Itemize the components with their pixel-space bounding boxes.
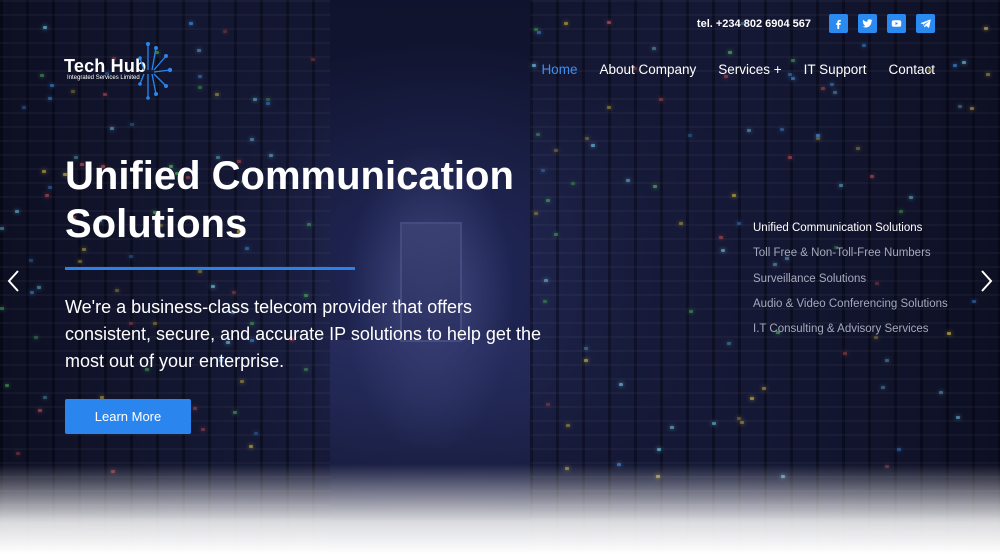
headline-line-2: Solutions	[65, 202, 248, 246]
phone-number[interactable]: tel. +234 802 6904 567	[697, 18, 811, 30]
nav-services[interactable]: Services +	[718, 62, 781, 77]
hero-bottom-fade	[0, 464, 1000, 554]
facebook-icon	[836, 19, 841, 29]
nav-contact[interactable]: Contact	[888, 62, 935, 77]
headline-line-1: Unified Communication	[65, 154, 514, 198]
hero-headline: Unified Communication Solutions	[65, 152, 625, 248]
slide-list: Unified Communication Solutions Toll Fre…	[753, 216, 948, 342]
circuit-hub-icon	[138, 42, 173, 100]
chevron-left-icon	[7, 270, 19, 292]
twitter-icon	[862, 19, 873, 28]
logo-subtitle: Integrated Services Limited	[67, 75, 140, 81]
nav-home[interactable]: Home	[541, 62, 577, 77]
slide-item-unified-communication[interactable]: Unified Communication Solutions	[753, 216, 948, 241]
nav-about-company[interactable]: About Company	[599, 62, 696, 77]
next-slide-button[interactable]	[976, 268, 996, 294]
headline-divider	[65, 267, 355, 270]
nav-it-support[interactable]: IT Support	[804, 62, 867, 77]
hero-description: We're a business-class telecom provider …	[65, 297, 541, 371]
slide-item-it-consulting[interactable]: I.T Consulting & Advisory Services	[753, 317, 948, 342]
slide-item-surveillance[interactable]: Surveillance Solutions	[753, 267, 948, 292]
previous-slide-button[interactable]	[4, 268, 24, 294]
youtube-icon	[891, 20, 902, 27]
youtube-button[interactable]	[887, 14, 906, 33]
top-bar: tel. +234 802 6904 567	[697, 14, 935, 33]
slide-item-conferencing[interactable]: Audio & Video Conferencing Solutions	[753, 292, 948, 317]
learn-more-button[interactable]: Learn More	[65, 399, 191, 434]
main-nav: Home About Company Services + IT Support…	[541, 62, 935, 77]
chevron-right-icon	[981, 270, 993, 292]
facebook-button[interactable]	[829, 14, 848, 33]
slide-item-toll-free-numbers[interactable]: Toll Free & Non-Toll-Free Numbers	[753, 241, 948, 266]
brand-logo[interactable]: Tech Hub Integrated Services Limited	[64, 40, 174, 100]
telegram-icon	[920, 19, 931, 28]
twitter-button[interactable]	[858, 14, 877, 33]
telegram-button[interactable]	[916, 14, 935, 33]
